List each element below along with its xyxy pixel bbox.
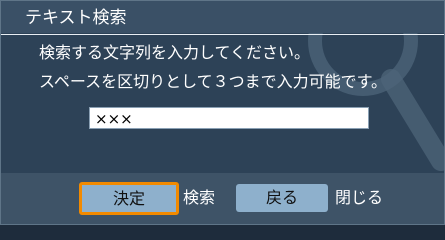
back-button[interactable]: 戻る: [236, 184, 328, 212]
back-action-label: 閉じる: [335, 188, 384, 207]
ok-button[interactable]: 決定: [79, 182, 179, 215]
dialog-title: テキスト検索: [25, 8, 127, 28]
title-bar: テキスト検索: [1, 1, 444, 33]
instruction-line-1: 検索する文字列を入力してください。: [39, 43, 311, 62]
instruction-line-2: スペースを区切りとして３つまで入力可能です。: [39, 72, 388, 91]
ok-action-label: 検索: [183, 188, 216, 207]
search-input[interactable]: ×××: [89, 107, 369, 129]
title-divider: [1, 34, 444, 35]
